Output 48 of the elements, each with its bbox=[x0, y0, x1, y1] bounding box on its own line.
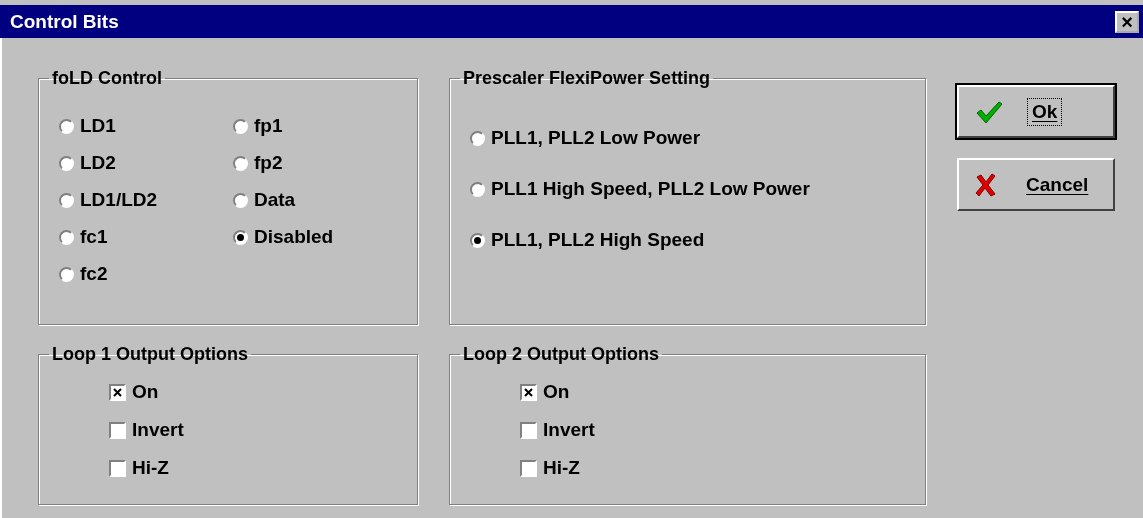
radio-button[interactable] bbox=[470, 181, 485, 197]
group-title: Prescaler FlexiPower Setting bbox=[462, 68, 712, 89]
cross-icon bbox=[975, 172, 997, 197]
radio-option[interactable]: PLL1, PLL2 Low Power bbox=[470, 119, 915, 157]
checkbox-option[interactable]: On bbox=[109, 373, 407, 411]
radio-button[interactable] bbox=[233, 155, 248, 171]
ok-button[interactable]: Ok bbox=[957, 85, 1115, 138]
checkbox[interactable] bbox=[520, 459, 537, 477]
cross-mark-icon bbox=[524, 387, 533, 397]
cancel-button[interactable]: Cancel bbox=[957, 158, 1115, 211]
check-icon bbox=[975, 99, 1003, 124]
checkbox-option[interactable]: On bbox=[520, 373, 915, 411]
checkbox[interactable] bbox=[520, 383, 537, 401]
radio-option[interactable]: PLL1, PLL2 High Speed bbox=[470, 221, 915, 259]
radio-option[interactable]: PLL1 High Speed, PLL2 Low Power bbox=[470, 170, 915, 208]
radio-button[interactable] bbox=[470, 232, 485, 248]
radio-option[interactable]: fp2 bbox=[233, 144, 407, 182]
checkbox[interactable] bbox=[520, 421, 537, 439]
radio-button[interactable] bbox=[59, 192, 74, 208]
radio-option[interactable]: fc2 bbox=[59, 255, 233, 293]
checkbox-option[interactable]: Invert bbox=[520, 411, 915, 449]
radio-option[interactable]: LD1/LD2 bbox=[59, 181, 233, 219]
radio-option[interactable]: Disabled bbox=[233, 218, 407, 256]
checkbox[interactable] bbox=[109, 383, 126, 401]
window-title: Control Bits bbox=[10, 10, 119, 33]
checkbox-option[interactable]: Hi-Z bbox=[520, 449, 915, 487]
radio-option[interactable]: LD2 bbox=[59, 144, 233, 182]
radio-button[interactable] bbox=[233, 229, 248, 245]
radio-option[interactable]: Data bbox=[233, 181, 407, 219]
checkbox[interactable] bbox=[109, 459, 126, 477]
radio-button[interactable] bbox=[470, 130, 485, 146]
radio-button[interactable] bbox=[59, 229, 74, 245]
cross-mark-icon bbox=[113, 387, 122, 397]
radio-button[interactable] bbox=[233, 192, 248, 208]
group-title: Loop 1 Output Options bbox=[51, 344, 249, 365]
group-title: foLD Control bbox=[51, 68, 163, 89]
close-button[interactable]: × bbox=[1115, 10, 1139, 33]
radio-button[interactable] bbox=[59, 266, 74, 282]
radio-button[interactable] bbox=[59, 155, 74, 171]
group-title: Loop 2 Output Options bbox=[462, 344, 660, 365]
radio-button[interactable] bbox=[233, 118, 248, 134]
radio-option[interactable]: fc1 bbox=[59, 218, 233, 256]
radio-option[interactable]: fp1 bbox=[233, 107, 407, 145]
radio-option[interactable]: LD1 bbox=[59, 107, 233, 145]
checkbox-option[interactable]: Invert bbox=[109, 411, 407, 449]
checkbox[interactable] bbox=[109, 421, 126, 439]
checkbox-option[interactable]: Hi-Z bbox=[109, 449, 407, 487]
radio-button[interactable] bbox=[59, 118, 74, 134]
